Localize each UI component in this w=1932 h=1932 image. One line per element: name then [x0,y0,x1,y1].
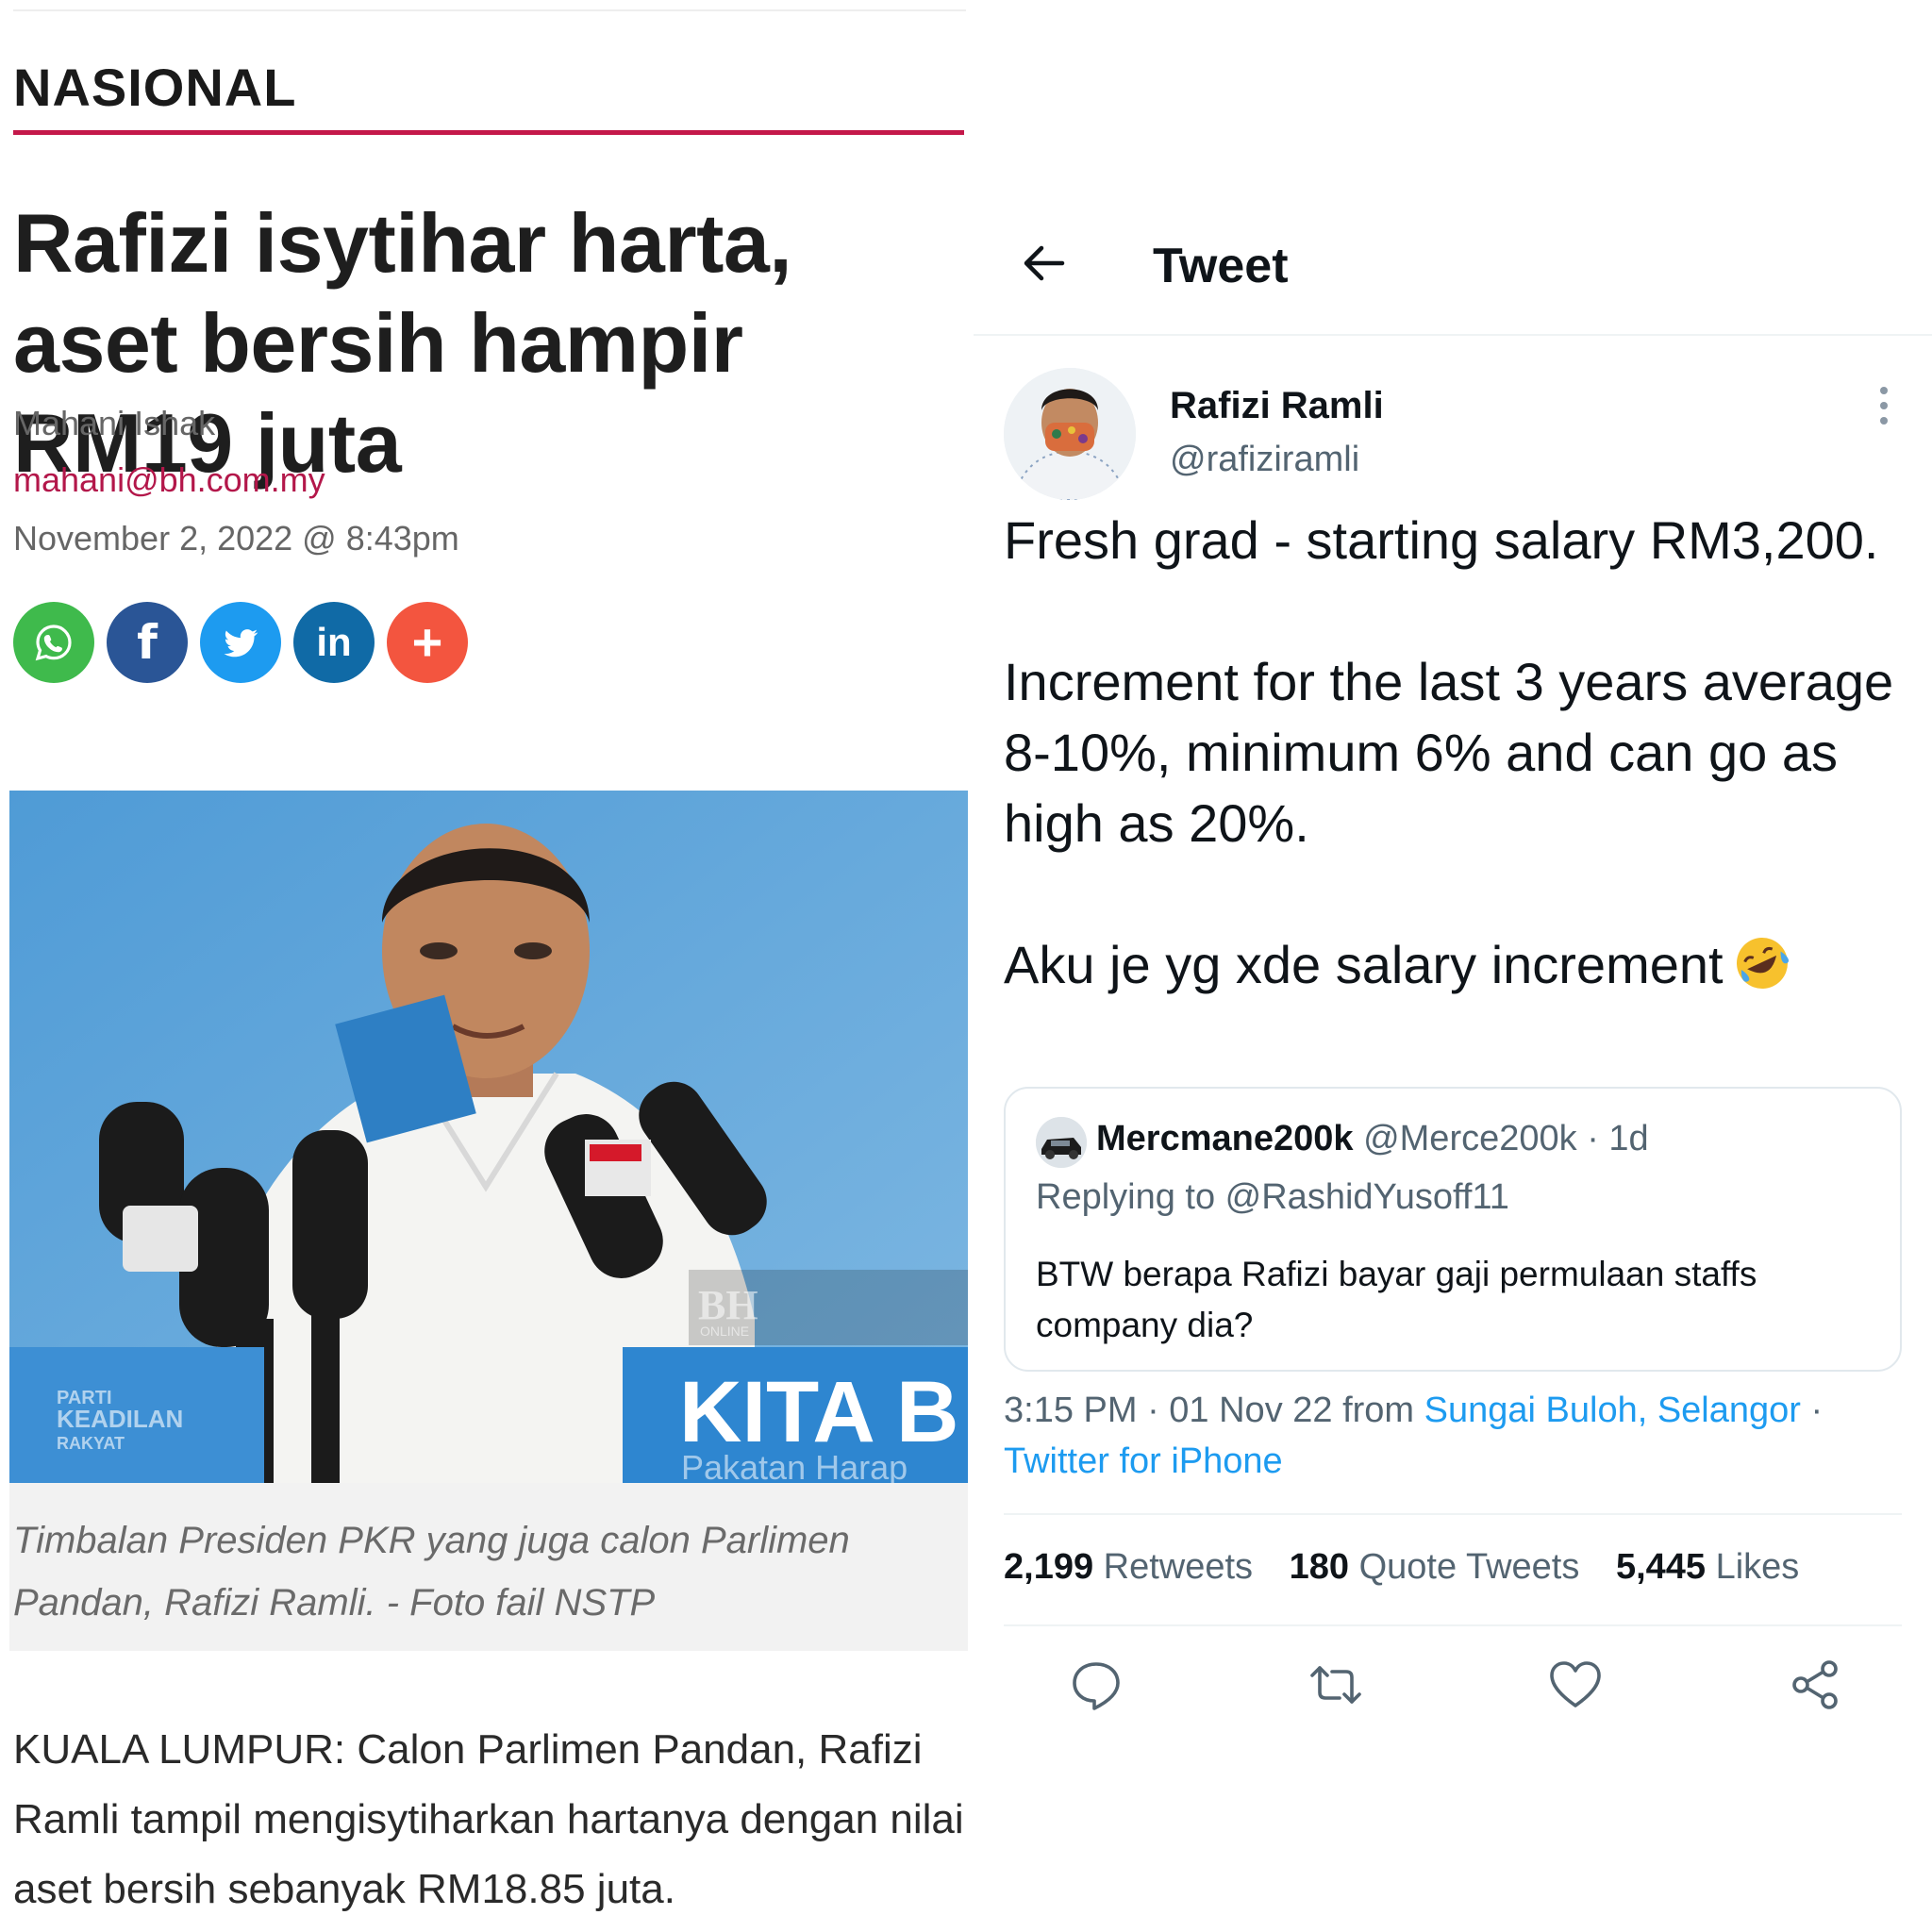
header-divider [974,334,1932,336]
news-article: NASIONAL Rafizi isytihar harta, aset ber… [0,0,972,1932]
likes-count: 5,445 [1615,1547,1707,1587]
retweets-stat[interactable]: 2,199 Retweets [1004,1547,1253,1587]
photo-caption: Timbalan Presiden PKR yang juga calon Pa… [13,1520,850,1624]
photo-watermark: BH [698,1282,758,1328]
linkedin-icon: in [316,620,352,664]
publish-date: November 2, 2022 @ 8:43pm [13,519,459,558]
page-title: Tweet [1153,239,1289,293]
retweets-count: 2,199 [1004,1547,1094,1587]
tweet-metadata: 3:15 PM · 01 Nov 22 from Sungai Buloh, S… [1004,1385,1909,1487]
quoted-replying-to: Replying to @RashidYusoff11 [1036,1177,1509,1217]
tweet-time: 3:15 PM · 01 Nov 22 from [1004,1391,1424,1430]
tweet-header: Tweet [974,223,1932,336]
share-icon [1792,1660,1838,1709]
stats-top-divider [1004,1513,1902,1515]
quoted-avatar[interactable] [1036,1117,1087,1168]
article-photo[interactable]: BH ONLINE PARTI KEADILAN RAKYAT KITA B P… [9,791,968,1483]
photo-watermark-sub: ONLINE [700,1324,749,1339]
tweet-stats: 2,199 Retweets 180 Quote Tweets 5,445 Li… [1004,1547,1825,1588]
section-underline [13,130,964,135]
twitter-share-button[interactable] [200,602,281,683]
quoted-name[interactable]: Mercmane200k [1096,1119,1354,1158]
likes-stat[interactable]: 5,445 Likes [1616,1547,1799,1587]
banner-right-main: KITA B [679,1364,958,1460]
quote-tweets-stat[interactable]: 180 Quote Tweets [1290,1547,1580,1587]
more-options-icon[interactable] [1870,385,1898,426]
retweet-icon [1310,1666,1361,1704]
author-name[interactable]: Rafizi Ramli [1170,385,1384,427]
quoted-header: Mercmane200k @Merce200k · 1d [1096,1119,1649,1159]
plus-icon: + [411,612,443,672]
retweet-button[interactable] [1307,1657,1364,1713]
share-button[interactable] [1787,1657,1843,1713]
more-share-button[interactable]: + [387,602,468,683]
quoted-tweet[interactable]: Mercmane200k @Merce200k · 1d Replying to… [1004,1087,1902,1372]
banner-left-line3: RAKYAT [57,1434,125,1453]
like-button[interactable] [1547,1657,1604,1713]
tweet-actions [1004,1657,1902,1724]
tweet-text: Fresh grad - starting salary RM3,200. In… [1004,505,1909,1000]
author-email-link[interactable]: mahani@bh.com.my [13,460,325,500]
banner-left-line2: KEADILAN [57,1405,183,1433]
top-divider [13,9,966,11]
article-body: KUALA LUMPUR: Calon Parlimen Pandan, Raf… [13,1726,964,1912]
whatsapp-icon [35,625,72,661]
quoted-handle[interactable]: @Merce200k [1363,1119,1577,1158]
laughing-emoji-icon [1736,938,1789,989]
location-link[interactable]: Sungai Buloh, Selangor [1424,1391,1801,1430]
whatsapp-share-button[interactable] [13,602,94,683]
article-headline: Rafizi isytihar harta, aset bersih hampi… [13,196,792,490]
client-link[interactable]: Twitter for iPhone [1004,1441,1283,1481]
share-bar: f in + [13,602,468,683]
linkedin-share-button[interactable]: in [293,602,375,683]
quoted-text: BTW berapa Rafizi bayar gaji permulaan s… [1036,1255,1757,1344]
quote-tweets-count: 180 [1289,1547,1350,1587]
twitter-icon [224,629,258,658]
quoted-age: · 1d [1587,1119,1649,1158]
reply-button[interactable] [1068,1657,1124,1713]
reply-icon [1073,1662,1120,1710]
tweet-view: Tweet Rafizi Ramli @rafiziramli Fresh gr… [974,0,1932,1932]
tweet-body: Fresh grad - starting salary RM3,200. In… [1004,510,1894,994]
quote-tweets-label: Quote Tweets [1358,1547,1580,1587]
section-label[interactable]: NASIONAL [13,57,296,118]
back-arrow-icon[interactable] [1019,238,1070,289]
facebook-share-button[interactable]: f [107,602,188,683]
author-avatar[interactable] [1004,368,1136,500]
stats-bottom-divider [1004,1624,1902,1626]
retweets-label: Retweets [1103,1547,1254,1587]
facebook-icon: f [137,615,158,670]
likes-label: Likes [1715,1547,1800,1587]
banner-right-sub: Pakatan Harap [681,1448,908,1483]
meta-separator: · [1800,1391,1824,1430]
author-name[interactable]: Mahani Ishak [13,404,215,443]
author-handle[interactable]: @rafiziramli [1170,440,1359,480]
heart-icon [1550,1661,1601,1707]
